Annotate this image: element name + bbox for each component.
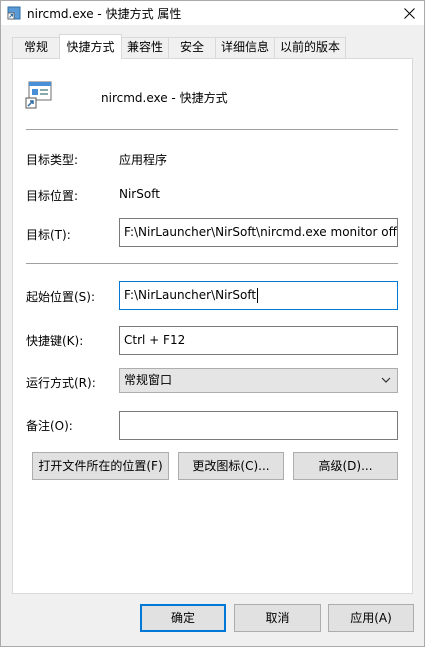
tab-strip: 常规 快捷方式 兼容性 安全 详细信息 以前的版本: [1, 25, 424, 59]
run-select[interactable]: 常规窗口: [119, 368, 398, 393]
start-in-input[interactable]: F:\NirLauncher\NirSoft: [119, 281, 398, 310]
apply-button[interactable]: 应用(A): [328, 604, 414, 632]
hotkey-input[interactable]: Ctrl + F12: [119, 326, 398, 355]
close-button[interactable]: [394, 1, 424, 25]
comment-label: 备注(O):: [26, 419, 73, 433]
target-location-value: NirSoft: [119, 187, 160, 201]
divider-top: [26, 129, 398, 130]
cancel-button[interactable]: 取消: [234, 604, 321, 632]
start-in-value: F:\NirLauncher\NirSoft: [124, 288, 257, 302]
tab-details[interactable]: 详细信息: [215, 37, 275, 58]
start-in-label: 起始位置(S):: [26, 290, 96, 304]
run-select-value: 常规窗口: [124, 373, 173, 387]
shortcut-file-icon: [25, 81, 52, 109]
target-location-label: 目标位置:: [26, 189, 79, 203]
close-icon: [403, 7, 415, 19]
divider-middle: [26, 263, 398, 264]
ok-button[interactable]: 确定: [140, 604, 226, 632]
change-icon-button[interactable]: 更改图标(C)...: [178, 452, 284, 480]
target-label: 目标(T):: [26, 228, 71, 242]
title-bar[interactable]: nircmd.exe - 快捷方式 属性: [1, 1, 424, 25]
tab-previous-versions[interactable]: 以前的版本: [274, 37, 346, 58]
tab-general[interactable]: 常规: [12, 37, 60, 58]
target-input[interactable]: F:\NirLauncher\NirSoft\nircmd.exe monito…: [119, 218, 398, 247]
tab-security[interactable]: 安全: [168, 37, 216, 58]
target-type-label: 目标类型:: [26, 153, 79, 167]
advanced-button[interactable]: 高级(D)...: [293, 452, 398, 480]
tab-compatibility[interactable]: 兼容性: [121, 37, 169, 58]
comment-input[interactable]: [119, 411, 398, 440]
target-type-value: 应用程序: [119, 153, 168, 167]
hotkey-label: 快捷键(K):: [26, 334, 84, 348]
properties-window: nircmd.exe - 快捷方式 属性 常规 快捷方式 兼容性 安全 详细信息…: [0, 0, 425, 647]
window-title: nircmd.exe - 快捷方式 属性: [27, 7, 182, 21]
text-caret: [257, 288, 259, 303]
run-label: 运行方式(R):: [26, 376, 96, 390]
tab-shortcut[interactable]: 快捷方式: [59, 34, 122, 59]
chevron-down-icon: [381, 369, 391, 398]
shortcut-app-icon: [7, 6, 21, 20]
shortcut-name: nircmd.exe - 快捷方式: [101, 91, 228, 105]
open-file-location-button[interactable]: 打开文件所在的位置(F): [32, 452, 169, 480]
